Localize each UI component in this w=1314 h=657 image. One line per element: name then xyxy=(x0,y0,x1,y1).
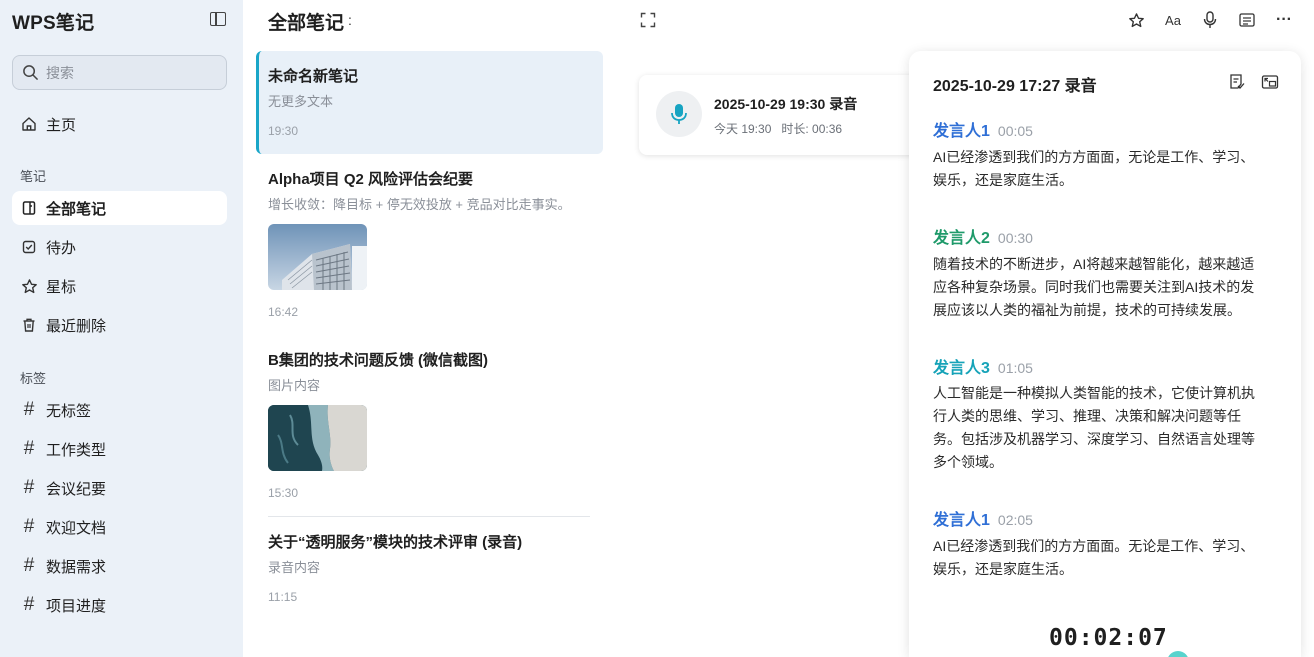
speaker-label: 发言人1 00:05 xyxy=(933,117,1033,141)
search-icon xyxy=(23,65,38,80)
speaker-label: 发言人1 02:05 xyxy=(933,506,1033,530)
note-time: 11:15 xyxy=(268,590,298,604)
building-photo-thumbnail xyxy=(268,224,367,290)
expand-icon[interactable] xyxy=(640,12,656,28)
note-preview: 无更多文本 xyxy=(268,94,334,109)
speaker-timestamp: 00:30 xyxy=(997,230,1033,246)
note-list-item[interactable]: 未命名新笔记 无更多文本 19:30 xyxy=(256,51,603,154)
note-list-item[interactable]: B集团的技术问题反馈 (微信截图) 图片内容 15:30 xyxy=(256,346,603,506)
search-input[interactable] xyxy=(46,62,216,84)
speaker-name: 发言人1 xyxy=(933,123,990,140)
trash-icon xyxy=(20,316,38,334)
recording-card[interactable]: 2025-10-29 19:30 录音 今天 19:30 时长: 00:36 xyxy=(639,75,929,155)
list-title: 全部笔记 xyxy=(268,13,345,34)
recording-day: 今天 19:30 xyxy=(714,122,772,136)
transcript-paragraph: 随着技术的不断进步，AI将越来越智能化，越来越适应各种复杂场景。同时我们也需要关… xyxy=(933,256,1255,318)
list-divider xyxy=(268,516,590,517)
mic-icon[interactable] xyxy=(1200,10,1220,30)
speaker-timestamp: 00:05 xyxy=(997,123,1033,139)
note-title: Alpha项目 Q2 风险评估会纪要 xyxy=(268,171,474,188)
sidebar-item-label: 主页 xyxy=(46,116,77,134)
tags-section-label: 标签 xyxy=(20,371,47,386)
star-icon xyxy=(20,277,38,295)
transcript-paragraph: 人工智能是一种模拟人类智能的技术，它使计算机执行人类的思维、学习、推理、决策和解… xyxy=(933,385,1255,470)
speaker-name: 发言人2 xyxy=(933,230,990,247)
speaker-timestamp: 01:05 xyxy=(997,360,1033,376)
sidebar-tag-label: 会议纪要 xyxy=(46,480,107,498)
note-icon xyxy=(20,199,38,217)
recording-footer: 00:02:07 xyxy=(909,599,1301,657)
checkbox-icon xyxy=(20,238,38,256)
checklist-icon[interactable] xyxy=(1237,10,1257,30)
notes-section-label: 笔记 xyxy=(20,169,47,184)
sidebar-tag-item[interactable]: # 项目进度 xyxy=(12,588,227,622)
speaker-label: 发言人3 01:05 xyxy=(933,354,1033,378)
sidebar: WPS笔记 主页 笔记 全部笔记 待办 星标 最 xyxy=(0,0,243,657)
sidebar-item-todo[interactable]: 待办 xyxy=(12,230,227,264)
note-title: B集团的技术问题反馈 (微信截图) xyxy=(268,352,488,369)
hash-icon: # xyxy=(23,555,35,576)
speaker-timestamp: 02:05 xyxy=(997,512,1033,528)
sidebar-tag-label: 无标签 xyxy=(46,402,92,420)
sidebar-item-label: 待办 xyxy=(46,239,77,257)
sidebar-tag-item[interactable]: # 数据需求 xyxy=(12,549,227,583)
hash-icon: # xyxy=(23,477,35,498)
transcript-paragraph: AI已经渗透到我们的方方面面。无论是工作、学习、娱乐，还是家庭生活。 xyxy=(933,538,1255,577)
recording-timer: 00:02:07 xyxy=(1049,625,1168,651)
sidebar-item-label: 星标 xyxy=(46,278,77,296)
sidebar-tag-label: 数据需求 xyxy=(46,558,107,576)
note-list-item[interactable]: 关于“透明服务”模块的技术评审 (录音) 录音内容 11:15 xyxy=(256,529,603,609)
speaker-name: 发言人3 xyxy=(933,360,990,377)
transcript-title: 2025-10-29 17:27 录音 xyxy=(933,78,1097,95)
home-icon xyxy=(20,115,38,133)
note-time: 16:42 xyxy=(268,305,299,319)
sidebar-tag-label: 项目进度 xyxy=(46,597,107,615)
note-preview: 图片内容 xyxy=(268,378,321,393)
recording-duration: 时长: 00:36 xyxy=(781,122,843,136)
summary-icon[interactable] xyxy=(1228,73,1246,91)
hash-icon: # xyxy=(23,399,35,420)
sidebar-tag-item[interactable]: # 无标签 xyxy=(12,393,227,427)
note-time: 15:30 xyxy=(268,486,299,500)
app-title: WPS笔记 xyxy=(12,13,95,34)
note-title: 关于“透明服务”模块的技术评审 (录音) xyxy=(268,534,523,551)
sidebar-item-home[interactable]: 主页 xyxy=(12,107,227,141)
star-icon[interactable] xyxy=(1126,10,1146,30)
note-title: 未命名新笔记 xyxy=(268,68,359,85)
note-preview: 录音内容 xyxy=(268,560,321,575)
note-list-item[interactable]: Alpha项目 Q2 风险评估会纪要 增长收敛：降目标 + 停无效投放 + 竞品… xyxy=(256,165,603,325)
sidebar-item-label: 全部笔记 xyxy=(46,200,107,218)
sidebar-item-label: 最近删除 xyxy=(46,317,107,335)
hash-icon: # xyxy=(23,516,35,537)
note-preview: 增长收敛：降目标 + 停无效投放 + 竞品对比走事实。 xyxy=(268,197,571,212)
speaker-label: 发言人2 00:30 xyxy=(933,224,1033,248)
sidebar-tag-item[interactable]: # 会议纪要 xyxy=(12,471,227,505)
hash-icon: # xyxy=(23,438,35,459)
sidebar-item-trash[interactable]: 最近删除 xyxy=(12,308,227,342)
more-options-button[interactable]: ··· xyxy=(1274,10,1294,30)
sidebar-tag-item[interactable]: # 工作类型 xyxy=(12,432,227,466)
recording-meta: 今天 19:30 时长: 00:36 xyxy=(714,120,842,137)
recording-title: 2025-10-29 19:30 录音 xyxy=(714,96,858,112)
transcript-paragraph: AI已经渗透到我们的方方面面，无论是工作、学习、娱乐，还是家庭生活。 xyxy=(933,149,1255,188)
hash-icon: # xyxy=(23,594,35,615)
font-format-button[interactable]: Aa xyxy=(1163,10,1183,30)
sidebar-tag-label: 欢迎文档 xyxy=(46,519,107,537)
sidebar-tag-item[interactable]: # 欢迎文档 xyxy=(12,510,227,544)
recording-indicator xyxy=(1167,651,1189,657)
sidebar-toggle-icon[interactable] xyxy=(210,12,226,26)
sidebar-item-all-notes[interactable]: 全部笔记 xyxy=(12,191,227,225)
list-sort-more-icon[interactable]: : xyxy=(348,12,352,28)
speaker-name: 发言人1 xyxy=(933,512,990,529)
search-box[interactable] xyxy=(12,55,227,90)
mic-icon xyxy=(656,91,702,137)
sidebar-item-starred[interactable]: 星标 xyxy=(12,269,227,303)
minimize-panel-icon[interactable] xyxy=(1261,73,1279,91)
transcript-panel: 2025-10-29 17:27 录音 发言人1 00:05 AI已经渗透到我们的… xyxy=(909,51,1301,657)
note-time: 19:30 xyxy=(268,124,299,138)
sidebar-tag-label: 工作类型 xyxy=(46,441,107,459)
coast-photo-thumbnail xyxy=(268,405,367,471)
